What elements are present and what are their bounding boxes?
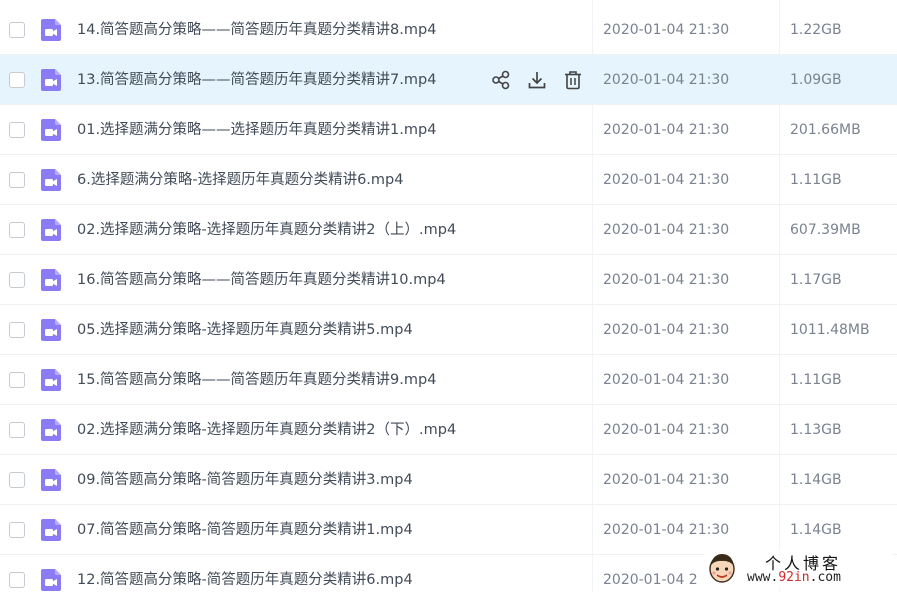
video-file-icon (41, 268, 61, 291)
video-file-icon (41, 518, 61, 541)
file-name[interactable]: 12.简答题高分策略-简答题历年真题分类精讲6.mp4 (77, 571, 413, 589)
modified-date: 2020-01-04 21:30 (603, 471, 730, 488)
video-file-icon (41, 218, 61, 241)
modified-date: 2020-01-04 21:30 (603, 221, 730, 238)
file-name[interactable]: 07.简答题高分策略-简答题历年真题分类精讲1.mp4 (77, 521, 413, 539)
file-size: 201.66MB (790, 121, 861, 138)
file-row[interactable]: 13.简答题高分策略——简答题历年真题分类精讲7.mp4 2020-01-04 … (0, 55, 897, 105)
share-icon[interactable] (490, 69, 512, 91)
file-size: 1.11GB (790, 171, 842, 188)
modified-date: 2020-01-04 21:30 (603, 21, 730, 38)
modified-date: 2020-01-04 21:30 (603, 321, 730, 338)
video-file-icon (41, 418, 61, 441)
video-file-icon (41, 318, 61, 341)
blog-watermark: 个人博客 www.92in.com (705, 549, 893, 589)
modified-date: 2020-01-04 21:30 (603, 71, 730, 88)
file-name[interactable]: 09.简答题高分策略-简答题历年真题分类精讲3.mp4 (77, 471, 413, 489)
modified-date: 2020-01-04 21:30 (603, 371, 730, 388)
file-name[interactable]: 6.选择题满分策略-选择题历年真题分类精讲6.mp4 (77, 171, 403, 189)
file-name[interactable]: 02.选择题满分策略-选择题历年真题分类精讲2（上）.mp4 (77, 221, 456, 239)
row-checkbox[interactable] (9, 571, 25, 588)
file-size: 1.14GB (790, 471, 842, 488)
modified-date: 2020-01-04 21:30 (603, 421, 730, 438)
watermark-url: www.92in.com (747, 570, 841, 585)
file-size: 1.22GB (790, 21, 842, 38)
cartoon-face-logo (709, 554, 735, 583)
video-file-icon (41, 68, 61, 91)
video-file-icon (41, 368, 61, 391)
row-checkbox[interactable] (9, 471, 25, 488)
video-file-icon (41, 568, 61, 591)
modified-date: 2020-01-04 21:30 (603, 521, 730, 538)
row-checkbox[interactable] (9, 171, 25, 188)
video-file-icon (41, 18, 61, 41)
file-row[interactable]: 07.简答题高分策略-简答题历年真题分类精讲1.mp4 2020-01-04 2… (0, 505, 897, 555)
file-name[interactable]: 05.选择题满分策略-选择题历年真题分类精讲5.mp4 (77, 321, 413, 339)
row-checkbox[interactable] (9, 271, 25, 288)
file-size: 1011.48MB (790, 321, 870, 338)
video-file-icon (41, 118, 61, 141)
file-row[interactable]: 09.简答题高分策略-简答题历年真题分类精讲3.mp4 2020-01-04 2… (0, 455, 897, 505)
file-size: 1.17GB (790, 271, 842, 288)
file-size: 607.39MB (790, 221, 861, 238)
file-list: 14.简答题高分策略——简答题历年真题分类精讲8.mp4 2020-01-04 … (0, 0, 897, 592)
row-actions (490, 69, 584, 91)
row-checkbox[interactable] (9, 21, 25, 38)
file-row[interactable]: 14.简答题高分策略——简答题历年真题分类精讲8.mp4 2020-01-04 … (0, 5, 897, 55)
video-file-icon (41, 468, 61, 491)
row-checkbox[interactable] (9, 121, 25, 138)
modified-date: 2020-01-04 21:30 (603, 121, 730, 138)
file-row[interactable]: 16.简答题高分策略——简答题历年真题分类精讲10.mp4 2020-01-04… (0, 255, 897, 305)
row-checkbox[interactable] (9, 221, 25, 238)
row-checkbox[interactable] (9, 521, 25, 538)
file-row[interactable]: 05.选择题满分策略-选择题历年真题分类精讲5.mp4 2020-01-04 2… (0, 305, 897, 355)
file-row[interactable]: 15.简答题高分策略——简答题历年真题分类精讲9.mp4 2020-01-04 … (0, 355, 897, 405)
file-row[interactable]: 02.选择题满分策略-选择题历年真题分类精讲2（下）.mp4 2020-01-0… (0, 405, 897, 455)
video-file-icon (41, 168, 61, 191)
file-size: 1.09GB (790, 71, 842, 88)
file-name[interactable]: 16.简答题高分策略——简答题历年真题分类精讲10.mp4 (77, 271, 446, 289)
modified-date: 2020-01-04 21:30 (603, 271, 730, 288)
file-name[interactable]: 01.选择题满分策略——选择题历年真题分类精讲1.mp4 (77, 121, 436, 139)
trash-icon[interactable] (562, 69, 584, 91)
row-checkbox[interactable] (9, 371, 25, 388)
file-name[interactable]: 02.选择题满分策略-选择题历年真题分类精讲2（下）.mp4 (77, 421, 456, 439)
modified-date: 2020-01-04 2 (603, 571, 698, 588)
file-row[interactable]: 6.选择题满分策略-选择题历年真题分类精讲6.mp4 2020-01-04 21… (0, 155, 897, 205)
modified-date: 2020-01-04 21:30 (603, 171, 730, 188)
file-row[interactable]: 02.选择题满分策略-选择题历年真题分类精讲2（上）.mp4 2020-01-0… (0, 205, 897, 255)
file-name[interactable]: 14.简答题高分策略——简答题历年真题分类精讲8.mp4 (77, 21, 436, 39)
row-checkbox[interactable] (9, 321, 25, 338)
file-name[interactable]: 15.简答题高分策略——简答题历年真题分类精讲9.mp4 (77, 371, 436, 389)
file-size: 1.11GB (790, 371, 842, 388)
row-checkbox[interactable] (9, 421, 25, 438)
row-checkbox[interactable] (9, 71, 25, 88)
file-size: 1.13GB (790, 421, 842, 438)
file-size: 1.14GB (790, 521, 842, 538)
file-row[interactable]: 01.选择题满分策略——选择题历年真题分类精讲1.mp4 2020-01-04 … (0, 105, 897, 155)
download-icon[interactable] (526, 69, 548, 91)
file-name[interactable]: 13.简答题高分策略——简答题历年真题分类精讲7.mp4 (77, 71, 436, 89)
